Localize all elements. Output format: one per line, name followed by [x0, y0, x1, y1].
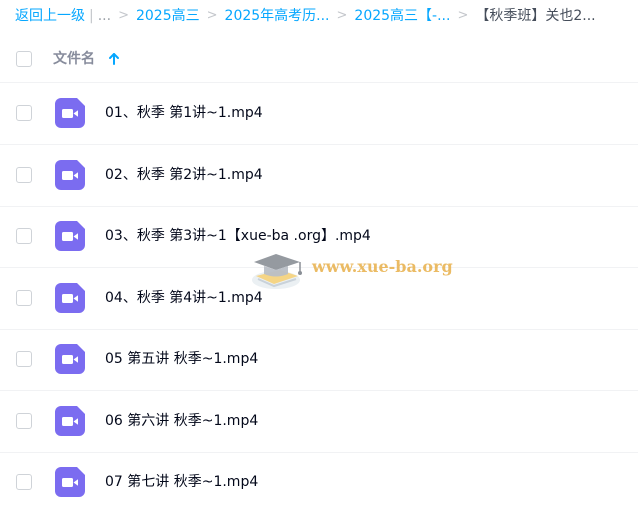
row-checkbox[interactable]: [16, 290, 32, 306]
back-link[interactable]: 返回上一级: [15, 6, 85, 26]
breadcrumb: 返回上一级 | ... > 2025高三 > 2025年高考历... > 202…: [15, 6, 596, 26]
video-file-icon: [55, 344, 85, 374]
row-checkbox[interactable]: [16, 351, 32, 367]
breadcrumb-current: 【秋季班】关也2...: [475, 8, 596, 24]
row-checkbox[interactable]: [16, 167, 32, 183]
file-row[interactable]: 01、秋季 第1讲~1.mp4: [0, 83, 638, 145]
file-row[interactable]: 06 第六讲 秋季~1.mp4: [0, 391, 638, 453]
breadcrumb-item[interactable]: 2025高三: [136, 6, 200, 26]
file-row[interactable]: 02、秋季 第2讲~1.mp4: [0, 145, 638, 207]
video-file-icon: [55, 160, 85, 190]
row-checkbox[interactable]: [16, 413, 32, 429]
file-row[interactable]: 05 第五讲 秋季~1.mp4: [0, 329, 638, 391]
chevron-right-icon: >: [118, 8, 129, 23]
row-checkbox[interactable]: [16, 228, 32, 244]
breadcrumb-divider: |: [89, 8, 94, 24]
chevron-right-icon: >: [457, 8, 469, 23]
sort-ascending-icon[interactable]: [107, 49, 121, 69]
video-file-icon: [55, 406, 85, 436]
file-row[interactable]: 07 第七讲 秋季~1.mp4: [0, 452, 638, 508]
file-name[interactable]: 04、秋季 第4讲~1.mp4: [105, 288, 263, 308]
breadcrumb-item[interactable]: 2025年高考历...: [225, 6, 330, 26]
file-name[interactable]: 07 第七讲 秋季~1.mp4: [105, 472, 258, 492]
video-file-icon: [55, 98, 85, 128]
chevron-right-icon: >: [206, 8, 218, 23]
video-file-icon: [55, 283, 85, 313]
file-row[interactable]: 04、秋季 第4讲~1.mp4: [0, 268, 638, 330]
file-name[interactable]: 03、秋季 第3讲~1【xue-ba .org】.mp4: [105, 226, 371, 246]
file-name[interactable]: 02、秋季 第2讲~1.mp4: [105, 165, 263, 185]
file-row[interactable]: 03、秋季 第3讲~1【xue-ba .org】.mp4: [0, 206, 638, 268]
file-name[interactable]: 06 第六讲 秋季~1.mp4: [105, 411, 258, 431]
file-name[interactable]: 01、秋季 第1讲~1.mp4: [105, 103, 263, 123]
breadcrumb-item[interactable]: 2025高三【-...: [354, 6, 450, 26]
row-checkbox[interactable]: [16, 105, 32, 121]
video-file-icon: [55, 221, 85, 251]
file-name[interactable]: 05 第五讲 秋季~1.mp4: [105, 349, 258, 369]
column-header-filename[interactable]: 文件名: [53, 49, 95, 69]
select-all-checkbox[interactable]: [16, 51, 32, 67]
breadcrumb-ellipsis[interactable]: ...: [98, 6, 111, 26]
row-checkbox[interactable]: [16, 474, 32, 490]
video-file-icon: [55, 467, 85, 497]
file-list-header: 文件名: [0, 38, 638, 83]
chevron-right-icon: >: [336, 8, 348, 23]
file-browser: 返回上一级 | ... > 2025高三 > 2025年高考历... > 202…: [0, 0, 638, 508]
